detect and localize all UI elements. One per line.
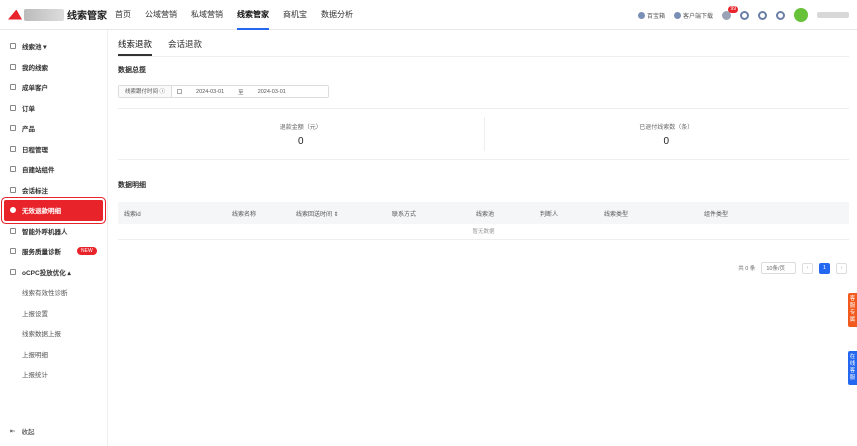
date-range-filter[interactable]: 线索跟付时间 ⓘ 2024-03-01 至 2024-03-01 [118,85,329,98]
folder-icon [10,63,16,70]
date-end[interactable]: 2024-03-01 [258,89,286,95]
store-link[interactable]: 百宝箱 [637,11,665,20]
topnav-lead-manager[interactable]: 线索管家 [230,0,276,30]
col-contact: 联系方式 [392,211,417,218]
sidebar-item-products[interactable]: 产品 [0,118,107,139]
username-blurred[interactable] [817,12,849,18]
stat-refund-amount: 退款金额（元） 0 [118,109,484,159]
calendar-icon [177,89,183,94]
list-icon [10,43,16,50]
top-bar: 线索管家 首页 公域营销 私域营销 线索管家 商机宝 数据分析 百宝箱 客户端下… [0,0,857,30]
settings-icon[interactable] [758,10,767,20]
sidebar-item-schedule[interactable]: 日程管理 [0,139,107,160]
stat-label: 退款金额（元） [279,124,322,131]
sidebar-subitem-data-report[interactable]: 线索数据上报 [0,323,107,344]
sidebar-subitem-report-detail[interactable]: 上报明细 [0,344,107,365]
date-start[interactable]: 2024-03-01 [196,89,224,95]
tabs-divider [118,56,849,57]
tab-session-refund[interactable]: 会话退款 [168,38,202,56]
sidebar-item-diagnose[interactable]: 服务质量诊断 NEW [0,241,107,262]
topnav-home[interactable]: 首页 [108,0,138,30]
sidebar-item-session-tag[interactable]: 会话标注 [0,180,107,201]
download-icon [673,11,681,19]
cart-icon [637,11,645,19]
detail-title: 数据明细 [118,182,146,189]
topnav-opportunity[interactable]: 商机宝 [276,0,314,30]
sidebar-item-robot[interactable]: 智能外呼机器人 [0,221,107,242]
col-lead-pool: 线索池 [476,211,495,218]
sidebar-item-ocpc[interactable]: oCPC投放优化 ▴ [0,262,107,283]
overview-title: 数据总揽 [118,67,146,74]
help-icon[interactable] [740,10,749,20]
sidebar-item-lead-pool[interactable]: 线索池 ▾ [0,36,107,57]
download-link[interactable]: 客户端下载 [673,11,713,20]
topnav-private[interactable]: 私域营销 [184,0,230,30]
logo-blurred [24,8,64,21]
calendar-icon [10,145,16,152]
collapse-button[interactable]: ⇤ 收起 [10,426,34,436]
brand-name: 线索管家 [67,11,107,22]
diagnose-icon [10,248,16,255]
sidebar: 线索池 ▾ 我的线索 成单客户 订单 产品 日程管理 自建站组件 会话标注 无效… [0,30,108,446]
logo[interactable]: 线索管家 [0,7,108,22]
message-icon[interactable] [776,10,785,20]
col-lead-id: 线索id [124,211,141,218]
col-return-time[interactable]: 线索回送时间 ⇕ [290,209,386,218]
table-empty: 暂无数据 [118,224,849,240]
stat-value: 0 [663,135,670,147]
tabs: 线索退款 会话退款 [118,38,202,56]
new-badge: NEW [77,247,97,256]
stat-refunded-count: 已退付线索数（条） 0 [483,109,850,159]
chart-icon [10,268,16,275]
prev-page-button[interactable]: ‹ [802,262,813,274]
box-icon [10,125,16,132]
float-tab-online-support[interactable]: 在线客服 [848,351,857,385]
stats-panel: 退款金额（元） 0 已退付线索数（条） 0 [118,108,849,160]
col-lead-type: 线索类型 [604,211,629,218]
col-widget-type: 组件类型 [704,211,729,218]
float-tab-service[interactable]: 客服专属 [848,293,857,327]
next-page-button[interactable]: › [836,262,847,274]
stat-label: 已退付线索数（条） [639,124,694,131]
date-separator: 至 [238,89,244,96]
tab-lead-refund[interactable]: 线索退款 [118,38,153,56]
col-lead-name: 线索名称 [232,211,257,218]
page-size-select[interactable]: 10条/页 [761,262,796,274]
robot-icon [10,227,16,234]
col-judge: 判断人 [540,211,559,218]
collapse-icon: ⇤ [10,428,16,435]
avatar[interactable] [794,8,808,22]
logo-mark-icon [8,9,22,20]
sidebar-item-site-widget[interactable]: 自建站组件 [0,159,107,180]
site-icon [10,166,16,173]
sidebar-subitem-report-stats[interactable]: 上报统计 [0,364,107,385]
topnav-analytics[interactable]: 数据分析 [314,0,360,30]
date-filter-label: 线索跟付时间 ⓘ [119,86,173,97]
edit-icon [10,186,16,193]
sidebar-item-refund-detail[interactable]: 无效退款明细 [4,200,103,221]
table-header: 线索id 线索名称 线索回送时间 ⇕ 联系方式 线索池 判断人 线索类型 组件类… [118,202,849,224]
pagination: 共 0 条 10条/页 ‹ 1 › [738,262,847,274]
sidebar-subitem-report-settings[interactable]: 上报设置 [0,303,107,324]
bell-icon[interactable]: 99 [722,5,738,20]
user-icon [10,84,16,91]
sidebar-subitem-validity[interactable]: 线索有效性诊断 [0,282,107,303]
sidebar-item-my-leads[interactable]: 我的线索 [0,57,107,78]
sidebar-item-customers[interactable]: 成单客户 [0,77,107,98]
main-content: 线索退款 会话退款 数据总揽 线索跟付时间 ⓘ 2024-03-01 至 202… [108,30,857,446]
pager-total: 共 0 条 [738,266,756,272]
top-nav: 首页 公域营销 私域营销 线索管家 商机宝 数据分析 [108,0,360,30]
detail-table: 线索id 线索名称 线索回送时间 ⇕ 联系方式 线索池 判断人 线索类型 组件类… [118,202,849,240]
stat-value: 0 [297,135,304,147]
current-page-button[interactable]: 1 [819,262,830,274]
order-icon [10,104,16,111]
refund-icon [10,207,16,214]
sidebar-item-orders[interactable]: 订单 [0,98,107,119]
notification-badge: 99 [728,5,738,13]
top-right-tools: 百宝箱 客户端下载 99 [637,0,849,30]
topnav-public[interactable]: 公域营销 [138,0,184,30]
